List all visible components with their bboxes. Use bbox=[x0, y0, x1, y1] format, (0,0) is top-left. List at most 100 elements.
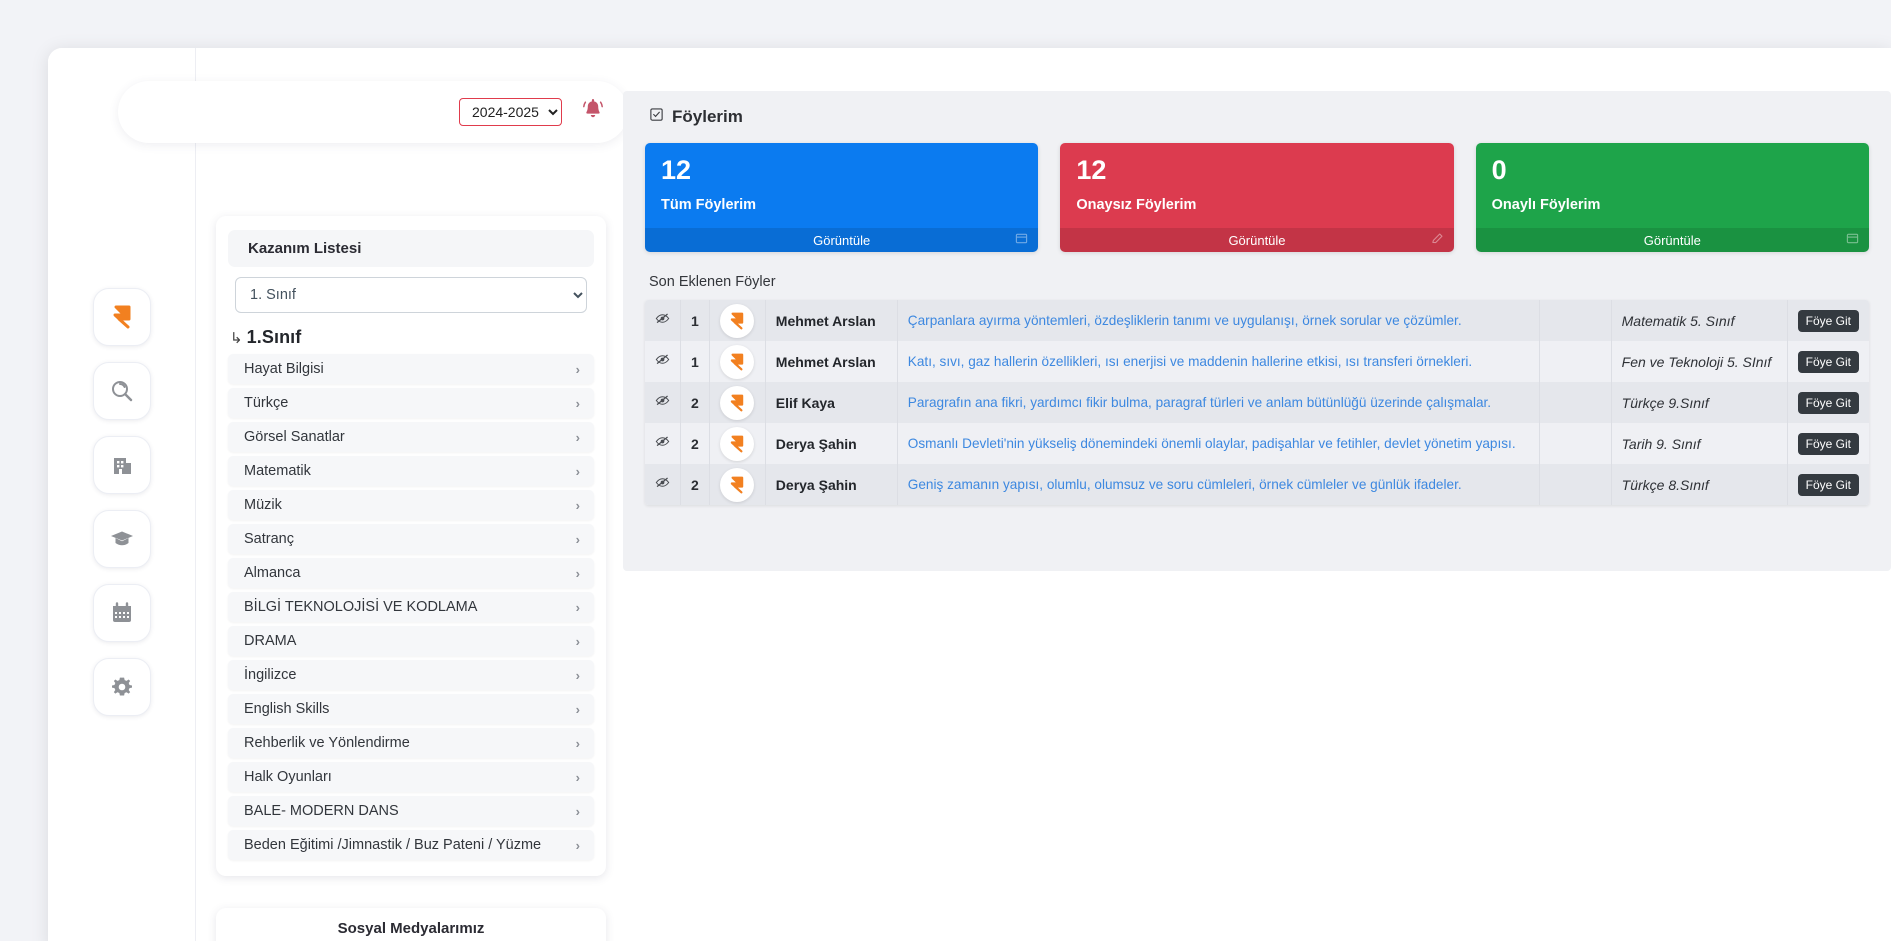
row-visibility-toggle[interactable] bbox=[645, 423, 681, 465]
chevron-right-icon: › bbox=[575, 667, 580, 683]
row-spacer bbox=[1539, 464, 1612, 506]
eye-slash-icon bbox=[655, 436, 670, 453]
breadcrumb-arrow-icon: ↳ bbox=[230, 330, 243, 347]
row-author: Mehmet Arslan bbox=[765, 300, 898, 342]
subject-item[interactable]: Türkçe › bbox=[228, 388, 594, 418]
subject-item[interactable]: Almanca › bbox=[228, 558, 594, 588]
subject-item[interactable]: İngilizce › bbox=[228, 660, 594, 690]
chevron-right-icon: › bbox=[575, 599, 580, 615]
rail-item-graduation[interactable] bbox=[92, 510, 151, 568]
stat-card-body: 0 Onaylı Föylerim bbox=[1476, 143, 1869, 228]
subject-item[interactable]: BİLGİ TEKNOLOJİSİ VE KODLAMA › bbox=[228, 592, 594, 622]
calendar-icon bbox=[109, 600, 135, 626]
stat-card-body: 12 Onaysız Föylerim bbox=[1060, 143, 1453, 228]
avatar bbox=[720, 303, 755, 338]
subject-item-label: Türkçe bbox=[244, 395, 289, 411]
row-description[interactable]: Katı, sıvı, gaz hallerin özellikleri, ıs… bbox=[897, 341, 1540, 383]
chevron-right-icon: › bbox=[575, 361, 580, 377]
stat-card[interactable]: 12 Tüm Föylerim Görüntüle bbox=[645, 143, 1039, 253]
go-to-foy-button[interactable]: Föye Git bbox=[1797, 432, 1859, 455]
table-row: 2 Derya Şahin Osmanlı Devleti'nin yükseliş… bbox=[645, 423, 1869, 465]
breadcrumb: ↳ 1.Sınıf bbox=[230, 327, 606, 348]
page-title: Föylerim bbox=[649, 107, 1869, 127]
subject-item[interactable]: Müzik › bbox=[228, 490, 594, 520]
subject-item-label: Matematik bbox=[244, 463, 311, 479]
academic-year-select[interactable]: 2024-2025 bbox=[459, 98, 562, 126]
row-visibility-toggle[interactable] bbox=[645, 300, 681, 342]
avatar bbox=[720, 344, 755, 379]
stat-card-body: 12 Tüm Föylerim bbox=[645, 143, 1038, 228]
rail-item-calendar[interactable] bbox=[92, 584, 151, 642]
stat-card-action-button[interactable]: Görüntüle bbox=[1060, 228, 1454, 253]
stat-card-action-button[interactable]: Görüntüle bbox=[645, 228, 1039, 253]
go-to-foy-button[interactable]: Föye Git bbox=[1797, 309, 1859, 332]
subject-item[interactable]: Görsel Sanatlar › bbox=[228, 422, 594, 452]
chevron-right-icon: › bbox=[575, 463, 580, 479]
chevron-right-icon: › bbox=[575, 633, 580, 649]
subject-item[interactable]: Matematik › bbox=[228, 456, 594, 486]
row-visibility-toggle[interactable] bbox=[645, 382, 681, 424]
grade-select[interactable]: 1. Sınıf bbox=[235, 277, 587, 313]
row-description[interactable]: Geniş zamanın yapısı, olumlu, olumsuz ve… bbox=[897, 464, 1540, 506]
breadcrumb-label: 1.Sınıf bbox=[246, 327, 302, 347]
recent-table-wrapper: 1 Mehmet Arslan Çarpanlara ayırma yöntemle… bbox=[645, 300, 1869, 506]
stat-card-action-label: Görüntüle bbox=[1643, 232, 1701, 248]
row-subject: Matematik 5. Sınıf bbox=[1611, 300, 1788, 342]
subject-item[interactable]: Halk Oyunları › bbox=[228, 762, 594, 792]
chevron-right-icon: › bbox=[575, 429, 580, 445]
chevron-right-icon: › bbox=[575, 497, 580, 513]
go-to-foy-button[interactable]: Föye Git bbox=[1797, 350, 1859, 373]
row-number: 1 bbox=[680, 341, 710, 383]
row-description[interactable]: Çarpanlara ayırma yöntemleri, özdeşlikle… bbox=[897, 300, 1540, 342]
row-description[interactable]: Osmanlı Devleti'nin yükseliş dönemindeki… bbox=[897, 423, 1540, 465]
notifications-bell-button[interactable] bbox=[576, 95, 610, 129]
avatar bbox=[720, 426, 755, 461]
go-to-foy-button[interactable]: Föye Git bbox=[1797, 473, 1859, 496]
subject-list: Hayat Bilgisi › Türkçe › Görsel Sanatlar › Mat… bbox=[216, 354, 606, 860]
stat-card[interactable]: 12 Onaysız Föylerim Görüntüle bbox=[1060, 143, 1454, 253]
subject-item[interactable]: DRAMA › bbox=[228, 626, 594, 656]
row-spacer bbox=[1539, 300, 1612, 342]
subject-item[interactable]: Rehberlik ve Yönlendirme › bbox=[228, 728, 594, 758]
chevron-right-icon: › bbox=[575, 531, 580, 547]
row-avatar bbox=[709, 341, 766, 383]
social-media-panel: Sosyal Medyalarımız f Facebook ◉ İnstagr… bbox=[216, 908, 606, 941]
subject-item[interactable]: Satranç › bbox=[228, 524, 594, 554]
table-row: 1 Mehmet Arslan Katı, sıvı, gaz hallerin ö… bbox=[645, 341, 1869, 383]
rail-item-settings[interactable] bbox=[92, 658, 151, 716]
table-row: 2 Elif Kaya Paragrafın ana fikri, yardımcı… bbox=[645, 382, 1869, 424]
graduation-icon bbox=[109, 526, 135, 552]
rail-item-search[interactable] bbox=[92, 362, 151, 420]
row-go-cell: Föye Git bbox=[1787, 382, 1869, 423]
avatar bbox=[720, 385, 755, 420]
recent-section-title: Son Eklenen Föyler bbox=[649, 274, 776, 291]
row-visibility-toggle[interactable] bbox=[645, 464, 681, 506]
subject-item-label: İngilizce bbox=[244, 667, 297, 683]
rail-item-logo[interactable] bbox=[92, 288, 151, 346]
window-icon bbox=[1846, 232, 1859, 248]
icon-rail bbox=[48, 48, 196, 941]
page-title-label: Föylerim bbox=[672, 107, 743, 126]
row-visibility-toggle[interactable] bbox=[645, 341, 681, 383]
stat-card-action-label: Görüntüle bbox=[813, 232, 871, 248]
chevron-right-icon: › bbox=[575, 395, 580, 411]
kazanim-panel-title: Kazanım Listesi bbox=[228, 230, 594, 267]
row-number: 2 bbox=[680, 382, 710, 424]
subject-item[interactable]: Hayat Bilgisi › bbox=[228, 354, 594, 384]
row-author: Derya Şahin bbox=[765, 423, 898, 465]
bell-icon bbox=[579, 96, 607, 129]
recent-table: 1 Mehmet Arslan Çarpanlara ayırma yöntemle… bbox=[645, 300, 1869, 506]
rail-item-building[interactable] bbox=[92, 436, 151, 494]
subject-item[interactable]: BALE- MODERN DANS › bbox=[228, 796, 594, 826]
row-avatar bbox=[709, 300, 766, 342]
subject-item-label: Almanca bbox=[244, 565, 301, 581]
eye-slash-icon bbox=[655, 313, 670, 330]
row-description[interactable]: Paragrafın ana fikri, yardımcı fikir bul… bbox=[897, 382, 1540, 424]
subject-item[interactable]: Beden Eğitimi /Jimnastik / Buz Pateni / … bbox=[228, 830, 594, 860]
subject-item[interactable]: English Skills › bbox=[228, 694, 594, 724]
stat-card-action-button[interactable]: Görüntüle bbox=[1475, 228, 1869, 253]
go-to-foy-button[interactable]: Föye Git bbox=[1797, 391, 1859, 414]
subject-item-label: BİLGİ TEKNOLOJİSİ VE KODLAMA bbox=[244, 599, 478, 615]
row-avatar bbox=[709, 382, 766, 424]
stat-card[interactable]: 0 Onaylı Föylerim Görüntüle bbox=[1475, 143, 1869, 253]
